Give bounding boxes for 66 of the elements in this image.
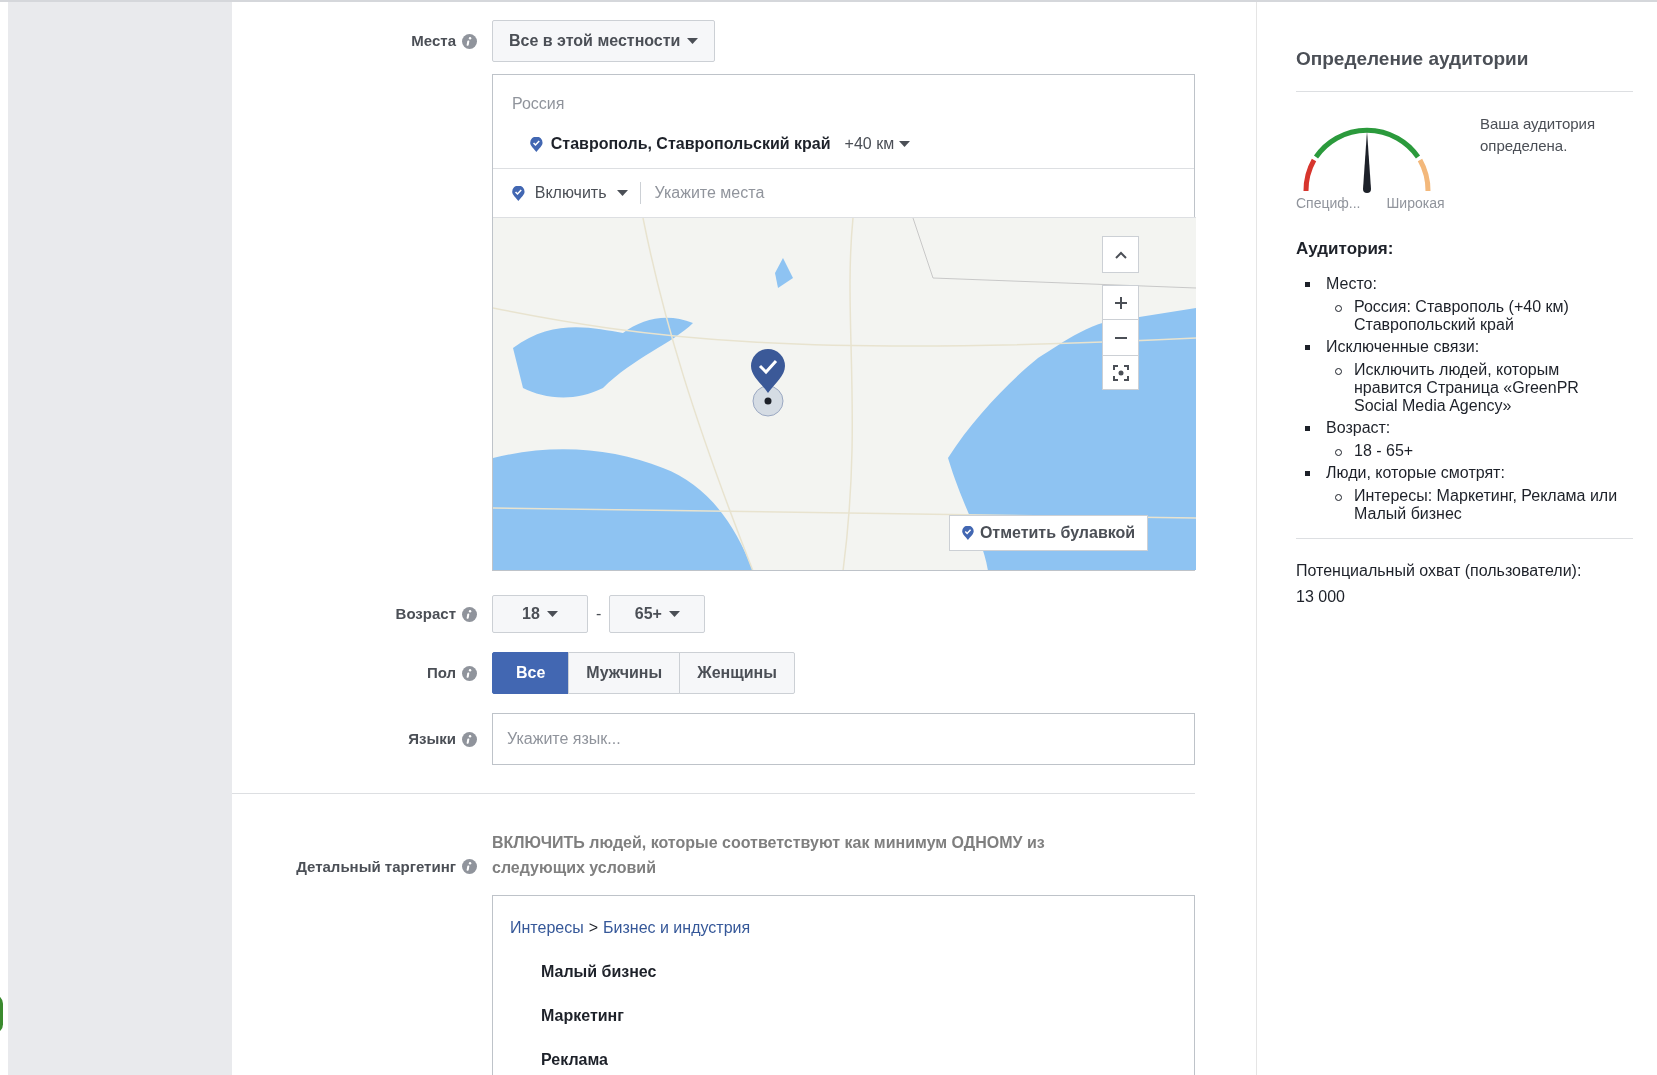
info-icon[interactable] xyxy=(462,859,477,875)
radius-dropdown[interactable]: +40 км xyxy=(844,132,911,156)
info-icon[interactable] xyxy=(462,665,477,681)
bullet-icon xyxy=(1305,344,1310,350)
recenter-button[interactable] xyxy=(1102,355,1139,390)
caret-icon xyxy=(546,611,558,617)
language-field[interactable]: Укажите язык... xyxy=(492,713,1195,765)
info-icon[interactable] xyxy=(462,731,477,747)
field-label: Места xyxy=(411,30,456,51)
breadcrumb-link[interactable]: Интересы xyxy=(510,916,584,940)
criteria-value: Исключить людей, которым нравится Страница «GreenPR Social Media Agency» xyxy=(1354,361,1580,415)
criteria-label: Исключенные связи: xyxy=(1326,337,1480,357)
criteria-value: Интересы: Маркетинг, Реклама или Малый бизнес xyxy=(1354,487,1619,523)
bullet-icon xyxy=(1305,425,1310,431)
location-type-dropdown[interactable]: Все в этой местности xyxy=(492,20,716,62)
bullet-icon xyxy=(1305,470,1310,476)
selected-location: Ставрополь, Ставропольский край xyxy=(550,134,831,154)
collapse-map-button[interactable] xyxy=(1102,236,1139,273)
field-label: Возраст xyxy=(395,603,456,624)
audience-status: Ваша аудитория определена. xyxy=(1480,113,1597,156)
bullet-icon xyxy=(1305,281,1310,287)
map[interactable]: Отметить булавкой xyxy=(493,217,1196,570)
plus-icon xyxy=(1114,296,1127,309)
gender-option[interactable]: Мужчины xyxy=(568,652,681,694)
drop-pin-button[interactable]: Отметить булавкой xyxy=(949,515,1149,551)
criteria-label: Возраст: xyxy=(1326,418,1391,438)
gauge-max-label: Широкая xyxy=(1386,193,1445,213)
pin-icon xyxy=(512,185,525,201)
chevron-up-icon xyxy=(1114,250,1127,259)
criteria-value: Россия: Ставрополь (+40 км) Ставропольский край xyxy=(1354,298,1570,334)
panel-title: Определение аудитории xyxy=(1296,47,1530,71)
targeting-item: Маркетинг xyxy=(541,1006,625,1026)
zoom-in-button[interactable] xyxy=(1102,285,1139,320)
field-label: Языки xyxy=(408,728,456,749)
include-dropdown[interactable]: Включить xyxy=(512,181,640,205)
targeting-item: Малый бизнес xyxy=(541,962,658,982)
breadcrumb-separator: > xyxy=(588,918,599,938)
info-icon[interactable] xyxy=(462,33,477,49)
targeting-item: Реклама xyxy=(541,1050,609,1070)
age-separator: - xyxy=(596,604,602,624)
caret-icon xyxy=(687,38,699,44)
criteria-label: Люди, которые смотрят: xyxy=(1326,463,1505,483)
caret-icon xyxy=(616,190,628,196)
criteria-label: Место: xyxy=(1326,274,1377,294)
caret-icon xyxy=(899,141,911,147)
location-search-field[interactable]: Укажите места xyxy=(639,182,1194,204)
caret-icon xyxy=(668,611,680,617)
gauge-min-label: Специф... xyxy=(1296,193,1361,213)
pin-icon xyxy=(530,136,543,152)
gender-option[interactable]: Женщины xyxy=(679,652,795,694)
criteria-value: 18 - 65+ xyxy=(1354,442,1415,460)
field-label: Пол xyxy=(426,662,456,683)
info-icon[interactable] xyxy=(462,606,477,622)
age-to-dropdown[interactable]: 65+ xyxy=(609,595,706,633)
reach-label: Потенциальный охват (пользователи): xyxy=(1296,561,1583,581)
field-label: Детальный таргетинг xyxy=(296,856,456,877)
focus-icon xyxy=(1112,364,1129,381)
targeting-instruction: ВКЛЮЧИТЬ людей, которые соответствуют как минимум ОДНОМУ из следующих условий xyxy=(492,833,1046,878)
reach-value: 13 000 xyxy=(1296,587,1346,607)
audience-heading: Аудитория: xyxy=(1296,237,1395,260)
minus-icon xyxy=(1114,336,1127,339)
country-label: Россия xyxy=(511,94,566,114)
gender-option[interactable]: Все xyxy=(492,652,570,694)
breadcrumb-link[interactable]: Бизнес и индустрия xyxy=(603,916,751,940)
age-from-dropdown[interactable]: 18 xyxy=(492,595,588,633)
pin-icon xyxy=(962,526,974,540)
